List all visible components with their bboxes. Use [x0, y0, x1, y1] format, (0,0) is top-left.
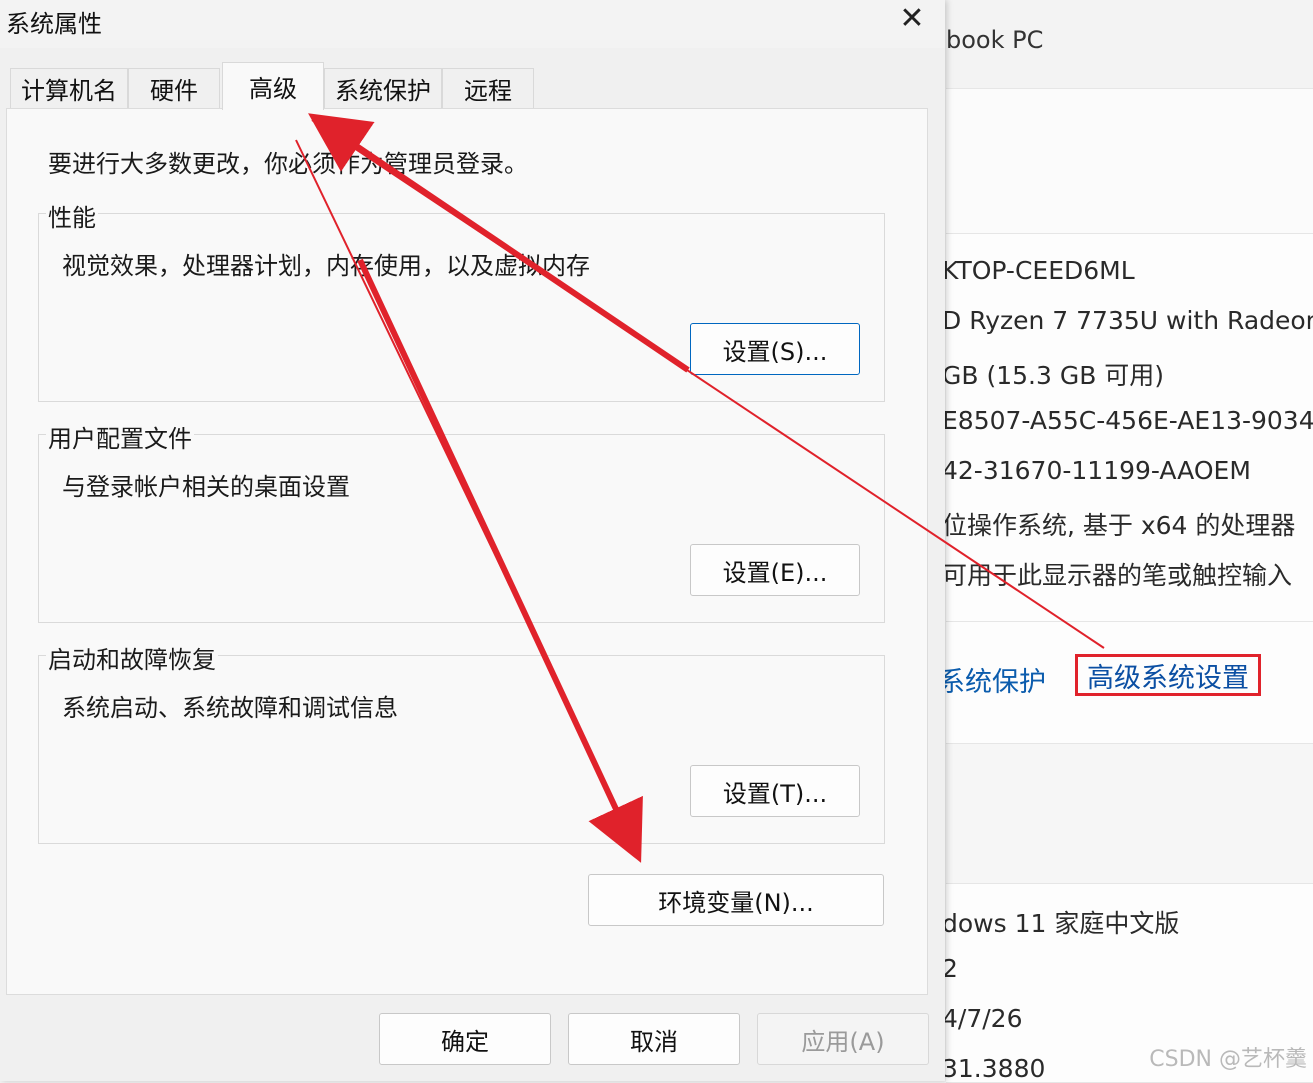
advanced-system-settings-link[interactable]: 高级系统设置 — [1075, 654, 1261, 696]
watermark: CSDN @艺杯羹 — [1149, 1047, 1307, 1072]
spec-pen-touch: 可用于此显示器的笔或触控输入 — [942, 561, 1293, 590]
tab-hardware[interactable]: 硬件 — [128, 68, 220, 108]
spec-device-id: E8507-A55C-456E-AE13-90343 — [942, 406, 1313, 435]
system-properties-dialog: 系统属性 ✕ 计算机名 硬件 高级 系统保护 远程 要进行大多数更改，你必须作为… — [0, 0, 945, 1081]
performance-group-label: 性能 — [46, 198, 98, 233]
dialog-title: 系统属性 — [6, 10, 102, 38]
spec-product-id: 42-31670-11199-AAOEM — [942, 456, 1251, 485]
performance-settings-button[interactable]: 设置(S)... — [690, 323, 860, 375]
spec-os-build: 31.3880 — [942, 1054, 1046, 1083]
tab-advanced[interactable]: 高级 — [222, 62, 324, 110]
admin-notice: 要进行大多数更改，你必须作为管理员登录。 — [48, 150, 528, 178]
system-protection-link[interactable]: 系统保护 — [938, 660, 1046, 699]
tab-remote[interactable]: 远程 — [442, 68, 534, 108]
tab-computer-name[interactable]: 计算机名 — [10, 68, 128, 108]
device-name: book PC — [946, 26, 1044, 54]
spec-system-type: 位操作系统, 基于 x64 的处理器 — [942, 511, 1296, 540]
user-profiles-description: 与登录帐户相关的桌面设置 — [62, 473, 350, 501]
user-profiles-group-label: 用户配置文件 — [46, 419, 194, 454]
spec-device-name: KTOP-CEED6ML — [942, 256, 1135, 285]
spec-install-date: 4/7/26 — [942, 1004, 1023, 1033]
settings-card — [946, 88, 1313, 235]
startup-recovery-description: 系统启动、系统故障和调试信息 — [62, 694, 398, 722]
close-icon[interactable]: ✕ — [892, 4, 932, 36]
startup-recovery-group-label: 启动和故障恢复 — [46, 640, 218, 675]
tab-system-protection[interactable]: 系统保护 — [324, 68, 442, 108]
spec-ram: GB (15.3 GB 可用) — [942, 361, 1165, 390]
performance-description: 视觉效果，处理器计划，内存使用，以及虚拟内存 — [62, 252, 590, 280]
user-profiles-settings-button[interactable]: 设置(E)... — [690, 544, 860, 596]
startup-recovery-settings-button[interactable]: 设置(T)... — [690, 765, 860, 817]
cancel-button[interactable]: 取消 — [568, 1013, 740, 1065]
dialog-titlebar[interactable]: 系统属性 ✕ — [0, 0, 945, 48]
ok-button[interactable]: 确定 — [379, 1013, 551, 1065]
settings-card — [946, 743, 1313, 885]
apply-button[interactable]: 应用(A) — [757, 1013, 929, 1065]
spec-processor: D Ryzen 7 7735U with Radeon — [942, 306, 1313, 335]
spec-edition: dows 11 家庭中文版 — [942, 909, 1180, 938]
environment-variables-button[interactable]: 环境变量(N)... — [588, 874, 884, 926]
